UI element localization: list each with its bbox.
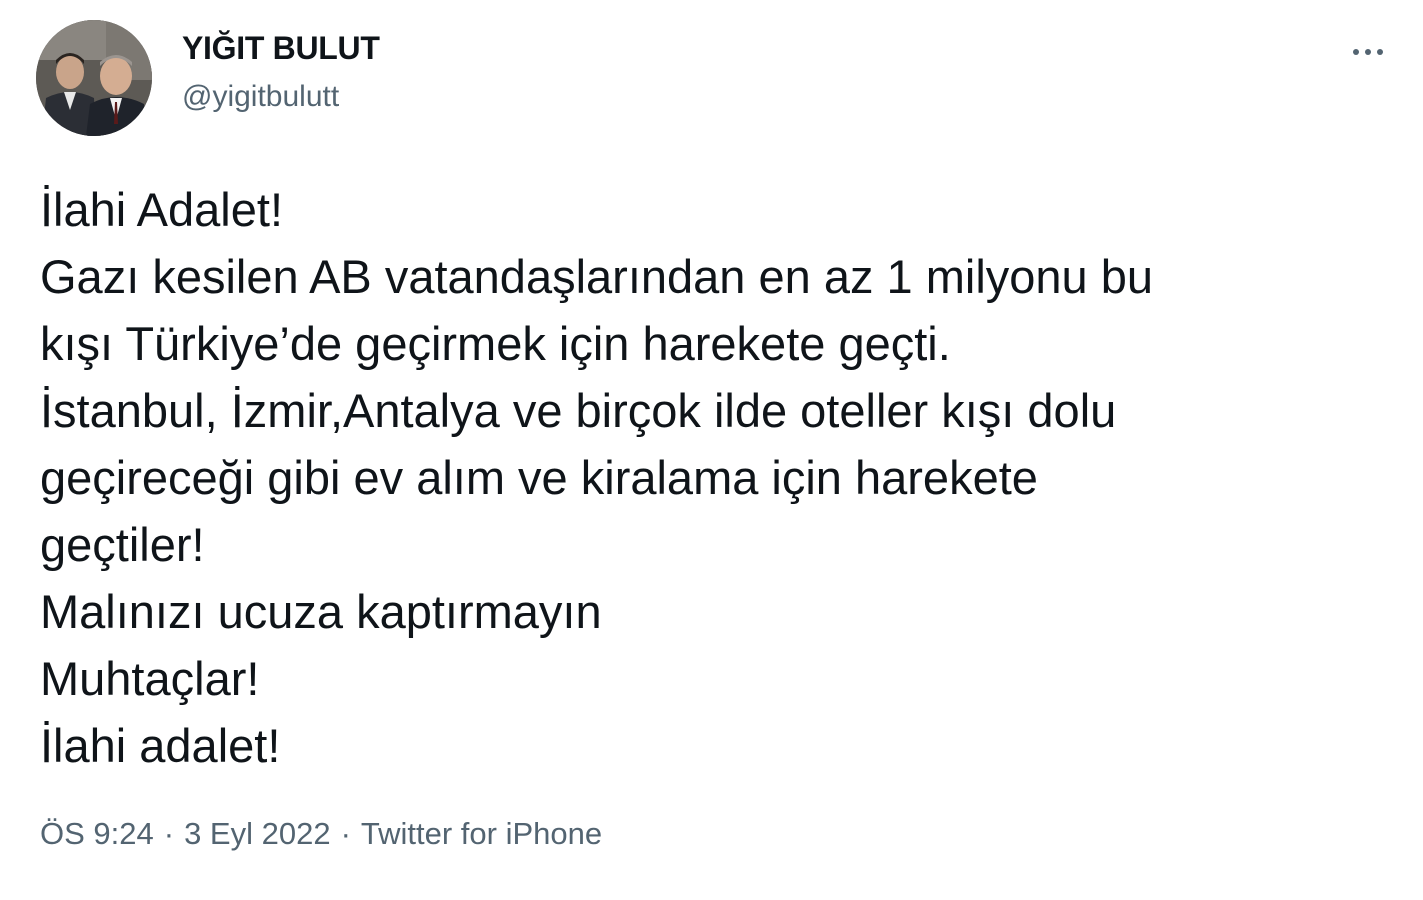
tweet-text-line: Gazı kesilen AB vatandaşlarından en az 1… xyxy=(40,250,1154,303)
author-handle[interactable]: @yigitbulutt xyxy=(182,80,339,114)
tweet-text-line: geçtiler! xyxy=(40,518,205,571)
meta-separator: · xyxy=(340,816,351,851)
tweet-text-line: İstanbul, İzmir,Antalya ve birçok ilde o… xyxy=(40,384,1117,437)
tweet-source[interactable]: Twitter for iPhone xyxy=(361,816,602,851)
tweet-text-line: geçireceği gibi ev alım ve kiralama için… xyxy=(40,451,1038,504)
meta-separator: · xyxy=(163,816,175,851)
tweet-text-line: İlahi Adalet! xyxy=(40,183,284,236)
avatar[interactable] xyxy=(36,20,152,136)
more-options-icon[interactable] xyxy=(1344,32,1392,72)
tweet-text-line: İlahi adalet! xyxy=(40,719,281,772)
tweet-time[interactable]: ÖS 9:24 xyxy=(40,816,154,851)
tweet-date[interactable]: 3 Eyl 2022 xyxy=(184,816,331,851)
tweet-text-line: Muhtaçlar! xyxy=(40,652,260,705)
avatar-photo xyxy=(36,20,152,136)
tweet-text-line: Malınızı ucuza kaptırmayın xyxy=(40,585,602,638)
tweet-card: YIĞIT BULUT @yigitbulutt İlahi Adalet! G… xyxy=(0,0,1423,900)
tweet-text: İlahi Adalet! Gazı kesilen AB vatandaşla… xyxy=(40,176,1380,779)
tweet-text-line: kışı Türkiye’de geçirmek için harekete g… xyxy=(40,317,951,370)
tweet-metadata: ÖS 9:24 · 3 Eyl 2022 · Twitter for iPhone xyxy=(40,816,602,852)
author-display-name[interactable]: YIĞIT BULUT xyxy=(182,30,380,67)
